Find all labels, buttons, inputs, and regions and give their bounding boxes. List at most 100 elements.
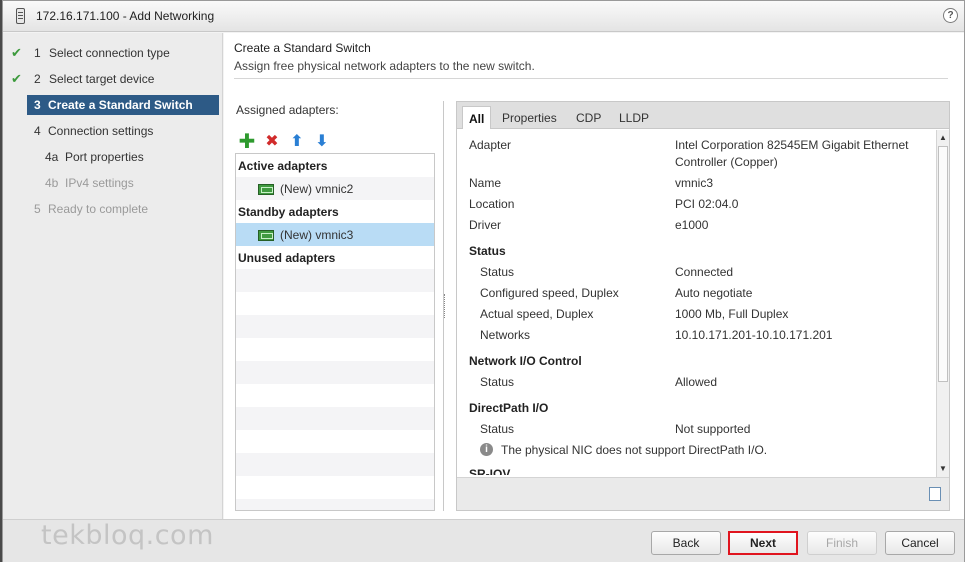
- group-standby-adapters: Standby adapters: [238, 205, 339, 219]
- networks-value: 10.10.171.201-10.10.171.201: [675, 328, 833, 342]
- add-networking-dialog: 172.16.171.100 - Add Networking ? ✔ 1 Se…: [2, 0, 965, 562]
- splitter-grip[interactable]: [444, 294, 446, 318]
- list-row-empty: [236, 269, 434, 292]
- nioc-status-label: Status: [480, 375, 515, 389]
- window-title: 172.16.171.100 - Add Networking: [36, 9, 215, 23]
- name-value: vmnic3: [675, 176, 714, 190]
- scrollbar-thumb[interactable]: [938, 146, 948, 382]
- step-number: 4a: [45, 150, 59, 164]
- step-port-properties[interactable]: 4a Port properties: [3, 147, 223, 167]
- name-label: Name: [469, 176, 502, 190]
- adapter-details-panel: All Properties CDP LLDP Adapter Intel Co…: [456, 101, 950, 511]
- list-row-empty: [236, 338, 434, 361]
- nioc-status-value: Allowed: [675, 375, 718, 389]
- check-icon: ✔: [11, 45, 22, 60]
- adapter-value: Intel Corporation 82545EM Gigabit Ethern…: [675, 138, 909, 152]
- cancel-button[interactable]: Cancel: [885, 531, 955, 555]
- main-content: Create a Standard Switch Assign free phy…: [224, 33, 964, 519]
- adapter-item-vmnic2[interactable]: (New) vmnic2: [236, 177, 434, 200]
- tab-all[interactable]: All: [462, 106, 492, 129]
- adapter-item-vmnic3[interactable]: (New) vmnic3: [236, 223, 434, 246]
- configured-speed-label: Configured speed, Duplex: [480, 286, 619, 300]
- list-row-empty: [236, 407, 434, 430]
- next-button[interactable]: Next: [728, 531, 798, 555]
- title-bar: 172.16.171.100 - Add Networking ?: [3, 1, 964, 32]
- details-content: Adapter Intel Corporation 82545EM Gigabi…: [457, 130, 935, 475]
- driver-value: e1000: [675, 218, 709, 232]
- info-icon: i: [480, 443, 493, 456]
- copy-icon[interactable]: [925, 484, 941, 501]
- tab-lldp[interactable]: LLDP: [613, 106, 655, 129]
- list-row-empty: [236, 453, 434, 476]
- adapter-item-label: (New) vmnic2: [280, 182, 354, 196]
- directpath-status-label: Status: [480, 422, 515, 436]
- directpath-status-value: Not supported: [675, 422, 751, 436]
- step-number: 4b: [45, 176, 59, 190]
- details-tabs: All Properties CDP LLDP: [457, 102, 949, 129]
- step-label: Create a Standard Switch: [48, 98, 193, 112]
- step-label: Select connection type: [49, 46, 170, 60]
- scroll-up-icon[interactable]: ▲: [937, 132, 949, 144]
- directpath-note: The physical NIC does not support Direct…: [501, 443, 768, 457]
- list-row-empty: [236, 499, 434, 510]
- network-adapter-icon: [258, 230, 274, 241]
- list-row-empty: [236, 292, 434, 315]
- watermark: tekbloq.com: [41, 520, 214, 551]
- list-row-empty: [236, 476, 434, 499]
- move-down-icon[interactable]: ⬇: [313, 133, 331, 151]
- page-title: Create a Standard Switch: [234, 41, 371, 55]
- group-unused-adapters: Unused adapters: [238, 251, 336, 265]
- location-value: PCI 02:04.0: [675, 197, 739, 211]
- status-value: Connected: [675, 265, 734, 279]
- adapter-label: Adapter: [469, 138, 512, 152]
- nioc-section-heading: Network I/O Control: [469, 354, 582, 368]
- page-subtitle: Assign free physical network adapters to…: [234, 59, 535, 73]
- location-label: Location: [469, 197, 515, 211]
- wizard-steps: ✔ 1 Select connection type ✔ 2 Select ta…: [3, 33, 223, 519]
- step-number: 4: [34, 124, 41, 138]
- host-icon: [16, 8, 25, 24]
- step-create-standard-switch[interactable]: 3 Create a Standard Switch: [27, 95, 219, 115]
- pane-splitter[interactable]: [443, 101, 446, 511]
- tab-properties[interactable]: Properties: [496, 106, 563, 129]
- remove-adapter-icon[interactable]: ✖: [263, 133, 281, 151]
- back-button[interactable]: Back: [651, 531, 721, 555]
- adapter-item-label: (New) vmnic3: [280, 228, 354, 242]
- step-ready-to-complete: 5 Ready to complete: [3, 199, 223, 219]
- help-icon[interactable]: ?: [943, 8, 958, 23]
- status-label: Status: [480, 265, 515, 279]
- finish-button: Finish: [807, 531, 877, 555]
- networks-label: Networks: [480, 328, 531, 342]
- driver-label: Driver: [469, 218, 501, 232]
- step-label: Ready to complete: [48, 202, 149, 216]
- step-connection-settings[interactable]: 4 Connection settings: [3, 121, 223, 141]
- network-adapter-icon: [258, 184, 274, 195]
- step-label: Connection settings: [48, 124, 154, 138]
- step-label: Select target device: [49, 72, 155, 86]
- group-active-adapters: Active adapters: [238, 159, 328, 173]
- details-scrollbar[interactable]: ▲ ▼: [936, 130, 949, 477]
- list-row-empty: [236, 430, 434, 453]
- list-row-empty: [236, 384, 434, 407]
- directpath-section-heading: DirectPath I/O: [469, 401, 549, 415]
- step-select-target-device[interactable]: ✔ 2 Select target device: [3, 69, 223, 89]
- step-number: 1: [34, 46, 41, 60]
- actual-speed-label: Actual speed, Duplex: [480, 307, 594, 321]
- step-label: IPv4 settings: [65, 176, 134, 190]
- list-row-empty: [236, 315, 434, 338]
- configured-speed-value: Auto negotiate: [675, 286, 753, 300]
- move-up-icon[interactable]: ⬆: [288, 133, 306, 151]
- adapter-value-cont: Controller (Copper): [675, 155, 778, 169]
- assigned-adapters-list[interactable]: Active adapters (New) vmnic2 Standby ada…: [235, 153, 435, 511]
- actual-speed-value: 1000 Mb, Full Duplex: [675, 307, 789, 321]
- step-number: 2: [34, 72, 41, 86]
- check-icon: ✔: [11, 71, 22, 86]
- tab-cdp[interactable]: CDP: [570, 106, 607, 129]
- scroll-down-icon[interactable]: ▼: [937, 463, 949, 475]
- assigned-adapters-label: Assigned adapters:: [236, 103, 339, 117]
- step-select-connection-type[interactable]: ✔ 1 Select connection type: [3, 43, 223, 63]
- list-row-empty: [236, 361, 434, 384]
- step-ipv4-settings: 4b IPv4 settings: [3, 173, 223, 193]
- step-label: Port properties: [65, 150, 144, 164]
- add-adapter-icon[interactable]: ✚: [238, 132, 256, 152]
